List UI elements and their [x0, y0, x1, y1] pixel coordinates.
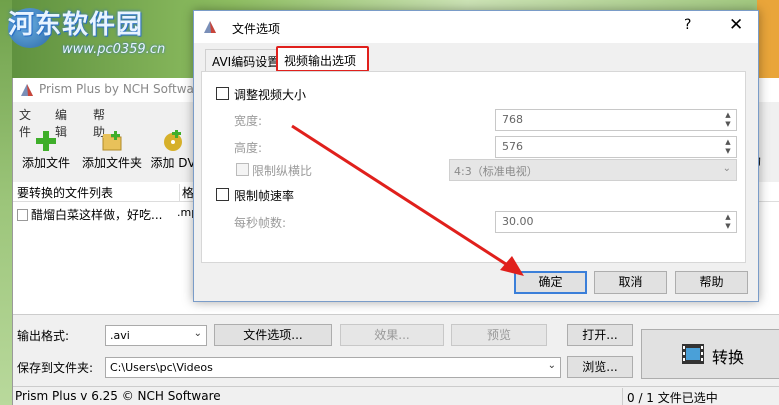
- annotation-arrow: [291, 124, 524, 276]
